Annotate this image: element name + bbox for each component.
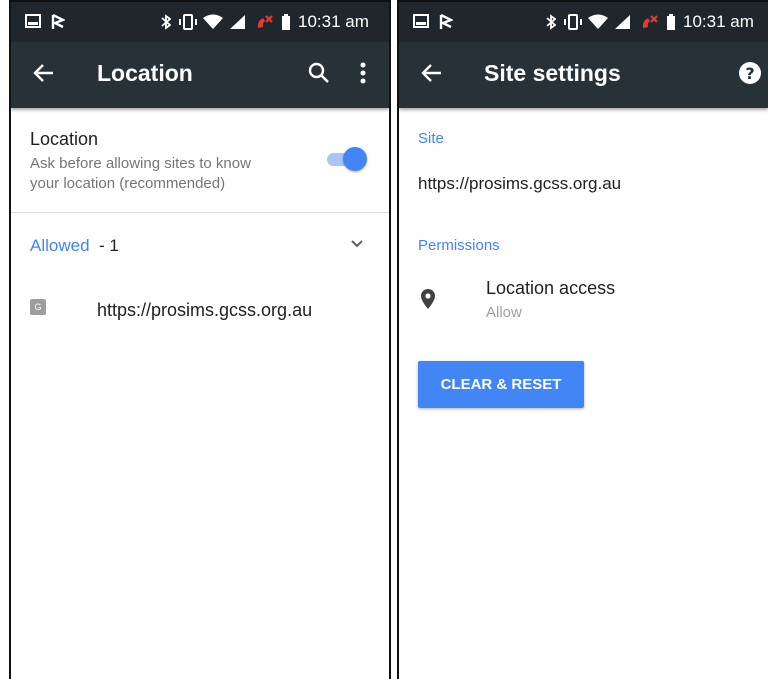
svg-text:?: ? <box>745 64 754 83</box>
allowed-count: - 1 <box>99 236 119 255</box>
permission-value: Allow <box>486 304 522 321</box>
wifi-icon <box>588 14 608 29</box>
signal-icon <box>230 15 245 29</box>
site-url: https://prosims.gcss.org.au <box>418 174 622 193</box>
location-row-subtitle-2: your location (recommended) <box>30 175 226 192</box>
location-row-title: Location <box>30 129 99 149</box>
search-icon[interactable] <box>308 62 330 84</box>
site-favicon: G <box>30 299 46 315</box>
site-settings-screen: 10:31 am Site settings ? Site https://pr… <box>397 0 768 679</box>
status-bar: 10:31 am <box>11 2 389 42</box>
bluetooth-icon <box>546 14 556 30</box>
site-section-header: Site <box>418 130 444 147</box>
back-arrow-icon[interactable] <box>421 62 443 84</box>
permission-title: Location access <box>486 278 616 298</box>
vibrate-icon <box>564 14 582 30</box>
divider <box>11 212 389 213</box>
more-vert-icon[interactable] <box>360 62 366 84</box>
signal-icon <box>615 15 630 29</box>
clear-reset-button[interactable]: CLEAR & RESET <box>418 361 584 408</box>
page-title: Site settings <box>484 60 621 86</box>
status-time: 10:31 am <box>298 12 369 31</box>
battery-icon <box>282 14 290 30</box>
screenshot-icon <box>25 14 41 28</box>
page-title: Location <box>97 60 193 86</box>
flag-icon <box>51 14 65 29</box>
chevron-down-icon[interactable] <box>351 240 363 248</box>
vibrate-icon <box>179 14 197 30</box>
app-bar: Location <box>11 42 389 108</box>
app-bar: Site settings ? <box>399 42 768 108</box>
bluetooth-icon <box>161 14 171 30</box>
help-icon[interactable]: ? <box>738 61 762 85</box>
flag-icon <box>439 14 453 29</box>
location-row-subtitle-1: Ask before allowing sites to know <box>30 155 251 172</box>
permissions-section-header: Permissions <box>418 237 500 254</box>
screenshot-icon <box>413 14 429 28</box>
wifi-icon <box>203 14 223 29</box>
toggle-thumb <box>343 147 367 171</box>
battery-icon <box>667 14 675 30</box>
location-pin-icon <box>421 289 435 309</box>
back-arrow-icon[interactable] <box>33 62 55 84</box>
phone-missed-icon <box>642 15 658 28</box>
location-toggle[interactable] <box>327 147 367 171</box>
allowed-label: Allowed <box>30 236 90 255</box>
phone-missed-icon <box>257 15 273 28</box>
status-time: 10:31 am <box>683 12 754 31</box>
status-bar: 10:31 am <box>399 2 768 42</box>
location-screen: 10:31 am Location Location Ask before al… <box>9 0 391 679</box>
site-url: https://prosims.gcss.org.au <box>97 300 313 320</box>
